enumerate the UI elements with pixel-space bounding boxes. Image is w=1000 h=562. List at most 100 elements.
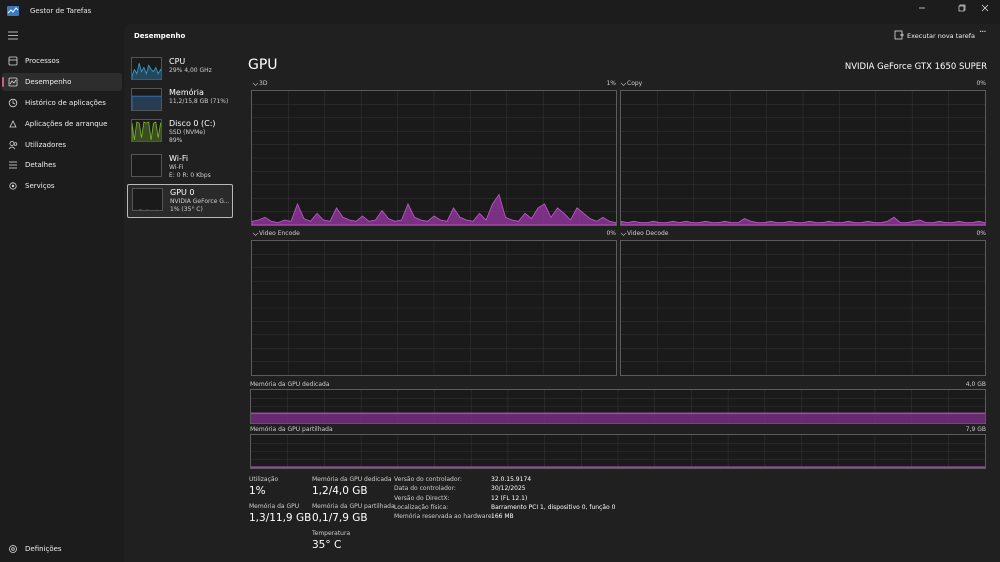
- device-name: Disco 0 (C:): [169, 119, 216, 128]
- device-thumbnail: [131, 88, 162, 111]
- app-history-icon: [8, 98, 18, 108]
- graph-grid: [252, 91, 616, 225]
- graph-pct-video-encode: 0%: [606, 230, 616, 237]
- graph-pct-video-decode: 0%: [976, 230, 986, 237]
- device-line1: 11,2/15,8 GB (71%): [169, 98, 229, 105]
- graph-label-3d[interactable]: 3D: [259, 80, 267, 87]
- graph-video-encode: [251, 240, 617, 376]
- device-name: Memória: [169, 88, 204, 97]
- shared-memory-label: Memória da GPU partilhada: [250, 426, 333, 433]
- close-icon: [981, 4, 989, 12]
- info-value: 166 MB: [491, 513, 514, 521]
- device-line2: 89%: [169, 137, 183, 144]
- utilization-label: Utilização: [249, 476, 279, 483]
- device-thumbnail: [131, 119, 162, 142]
- device-line2: 1% (35° C): [170, 206, 203, 213]
- main-panel: Desempenho Executar nova tarefa ··· CPU 2…: [124, 24, 1000, 562]
- more-options-button[interactable]: ···: [979, 27, 986, 38]
- gpu-memory-label: Memória da GPU: [249, 503, 300, 510]
- sidebar-item-label: Definições: [25, 545, 62, 553]
- graph-grid: [621, 241, 985, 375]
- info-key: Versão do DirectX:: [394, 494, 450, 502]
- sidebar-item-label: Aplicações de arranque: [25, 120, 108, 128]
- info-key: Data do controlador:: [394, 485, 456, 493]
- close-button[interactable]: [970, 0, 1000, 22]
- device-name: Wi-Fi: [169, 154, 189, 163]
- graph-label-copy[interactable]: Copy: [627, 80, 642, 87]
- details-icon: [9, 161, 17, 169]
- device-gpu-0[interactable]: GPU 0 NVIDIA GeForce G... 1% (35° C): [127, 184, 233, 218]
- device-line1: SSD (NVMe): [169, 129, 206, 136]
- graph-label-video-decode[interactable]: Video Decode: [627, 230, 669, 237]
- sidebar-item-app-history[interactable]: Histórico de aplicações: [2, 94, 122, 112]
- chevron-down-icon[interactable]: [620, 231, 627, 237]
- device-line2: E: 0 R: 0 Kbps: [169, 172, 211, 179]
- dedicated-stat-label: Memória da GPU dedicada: [312, 476, 392, 483]
- device-name: GPU 0: [170, 188, 195, 197]
- info-value: Barramento PCI 1, dispositivo 0, função …: [491, 503, 616, 511]
- dedicated-memory-max: 4,0 GB: [965, 381, 986, 388]
- graph-grid: [251, 390, 985, 423]
- utilization-value: 1%: [249, 485, 266, 497]
- chevron-down-icon[interactable]: [252, 81, 259, 87]
- task-manager-icon: [7, 6, 19, 16]
- sidebar-item-performance[interactable]: Desempenho: [2, 73, 122, 91]
- graph-label-video-encode[interactable]: Video Encode: [259, 230, 300, 237]
- info-value: 32.0.15.9174: [491, 476, 532, 483]
- window-title: Gestor de Tarefas: [30, 7, 92, 15]
- graph-grid: [621, 91, 985, 225]
- sidebar-item-details[interactable]: Detalhes: [2, 156, 122, 174]
- run-task-icon: [894, 30, 904, 40]
- users-icon: [8, 141, 18, 150]
- sidebar-item-label: Desempenho: [25, 78, 72, 86]
- title-bar: Gestor de Tarefas: [0, 0, 1000, 24]
- device-line1: NVIDIA GeForce G...: [170, 198, 230, 205]
- temperature-label: Temperatura: [312, 530, 351, 537]
- dedicated-memory-graph: [250, 389, 986, 424]
- sidebar-item-label: Detalhes: [25, 161, 57, 169]
- sidebar-item-users[interactable]: Utilizadores: [2, 136, 122, 154]
- dedicated-stat-value: 1,2/4,0 GB: [312, 485, 368, 497]
- sidebar-item-label: Processos: [25, 57, 60, 65]
- sidebar-item-startup-apps[interactable]: Aplicações de arranque: [2, 115, 122, 133]
- chevron-down-icon[interactable]: [620, 81, 627, 87]
- device-list: CPU 29% 4,00 GHz Memória 11,2/15,8 GB (71%)…: [124, 54, 239, 254]
- info-value: 30/12/2025: [491, 485, 526, 493]
- minimize-button[interactable]: [907, 0, 937, 22]
- graph-pct-3d: 1%: [606, 80, 616, 87]
- gpu-model: NVIDIA GeForce GTX 1650 SUPER: [844, 62, 987, 72]
- dedicated-memory-label: Memória da GPU dedicada: [250, 381, 330, 388]
- gear-icon: [9, 545, 17, 553]
- graph-video-decode: [620, 240, 986, 376]
- shared-stat-value: 0,1/7,9 GB: [312, 512, 368, 524]
- sidebar-item-processes[interactable]: Processos: [2, 52, 122, 70]
- graph-grid: [251, 435, 985, 468]
- device-cpu[interactable]: CPU 29% 4,00 GHz: [127, 54, 233, 88]
- sidebar-item-services[interactable]: Serviços: [2, 177, 122, 195]
- performance-icon: [8, 77, 18, 87]
- temperature-value: 35° C: [312, 539, 342, 551]
- sidebar-item-settings[interactable]: Definições: [2, 540, 122, 558]
- graph-grid: [252, 241, 616, 375]
- chevron-down-icon[interactable]: [252, 231, 259, 237]
- device-sparkline: [132, 121, 161, 141]
- processes-icon: [8, 56, 18, 66]
- sidebar: Processos Desempenho Histórico de aplicaçõ…: [0, 24, 124, 562]
- gpu-heading: GPU: [248, 57, 278, 73]
- sidebar-item-label: Utilizadores: [25, 141, 67, 149]
- services-icon: [9, 182, 17, 190]
- device-name: CPU: [169, 57, 186, 66]
- device-wi-fi[interactable]: Wi-Fi Wi-Fi E: 0 R: 0 Kbps: [127, 151, 233, 185]
- minimize-icon: [919, 7, 925, 9]
- device-line1: 29% 4,00 GHz: [169, 67, 212, 74]
- device-disco-0-c[interactable]: Disco 0 (C:) SSD (NVMe) 89%: [127, 116, 233, 150]
- device-sparkline: [132, 63, 161, 79]
- device-sparkline: [132, 155, 162, 177]
- shared-stat-label: Memória da GPU partilhada: [312, 503, 395, 510]
- maximize-icon: [958, 4, 966, 12]
- info-key: Versão do controlador:: [394, 476, 462, 483]
- menu-icon[interactable]: [8, 31, 18, 40]
- device-thumbnail: [132, 188, 163, 211]
- device-mem-ria[interactable]: Memória 11,2/15,8 GB (71%): [127, 85, 233, 119]
- graph-copy: [620, 90, 986, 226]
